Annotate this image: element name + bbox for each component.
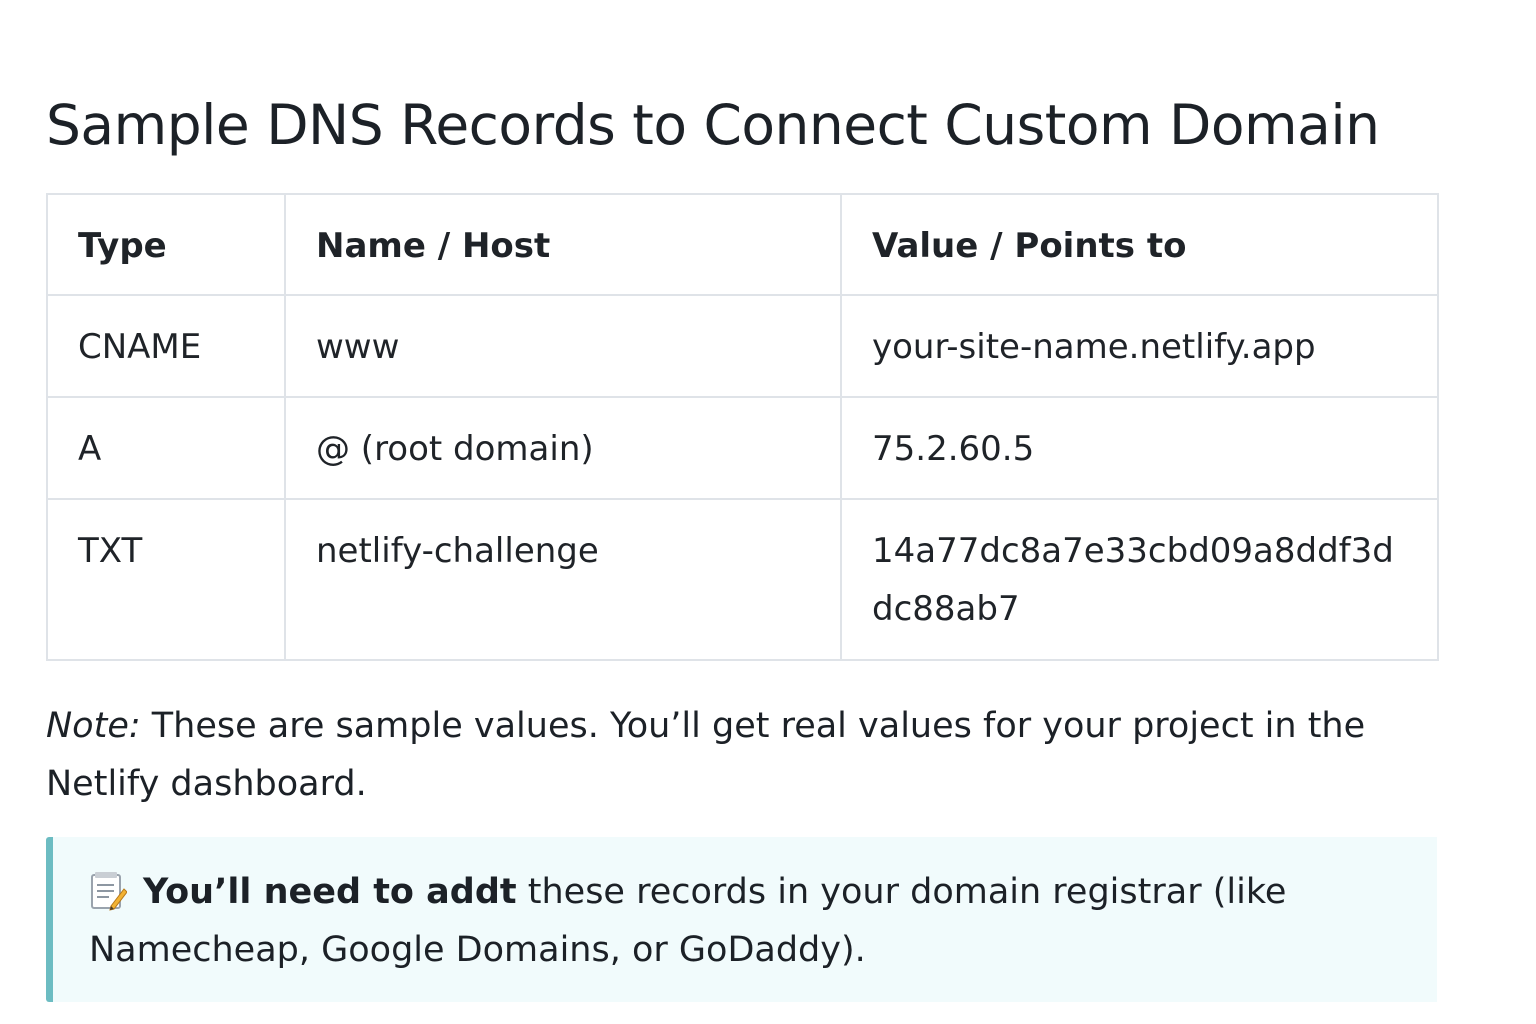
memo-icon (89, 871, 128, 911)
record-name-cell: @ (root domain) (284, 396, 842, 500)
record-type-cell: CNAME (46, 294, 286, 398)
record-name-cell: netlify-challenge (284, 498, 842, 661)
record-value-cell: 14a77dc8a7e33cbd09a8ddf3ddc88ab7 (840, 498, 1439, 661)
callout-text: You’ll need to addt these records in you… (89, 863, 1389, 979)
table-row: CNAME www your-site-name.netlify.app (46, 294, 1439, 398)
record-type-cell: TXT (46, 498, 286, 661)
sample-values-note: Note: These are sample values. You’ll ge… (46, 697, 1446, 813)
column-header-name: Name / Host (284, 193, 842, 296)
callout-bold-text: You’ll need to addt (143, 872, 517, 912)
note-label: Note: (46, 706, 141, 746)
record-value-cell: your-site-name.netlify.app (840, 294, 1439, 398)
page-title: Sample DNS Records to Connect Custom Dom… (46, 93, 1380, 157)
column-header-type: Type (46, 193, 286, 296)
table-row: A @ (root domain) 75.2.60.5 (46, 396, 1439, 500)
dns-records-table: Type Name / Host Value / Points to CNAME… (46, 193, 1439, 661)
registrar-callout: You’ll need to addt these records in you… (46, 837, 1437, 1002)
column-header-value: Value / Points to (840, 193, 1439, 296)
table-header-row: Type Name / Host Value / Points to (46, 193, 1439, 296)
record-type-cell: A (46, 396, 286, 500)
record-name-cell: www (284, 294, 842, 398)
record-value-cell: 75.2.60.5 (840, 396, 1439, 500)
note-text: These are sample values. You’ll get real… (46, 706, 1366, 804)
table-row: TXT netlify-challenge 14a77dc8a7e33cbd09… (46, 498, 1439, 661)
